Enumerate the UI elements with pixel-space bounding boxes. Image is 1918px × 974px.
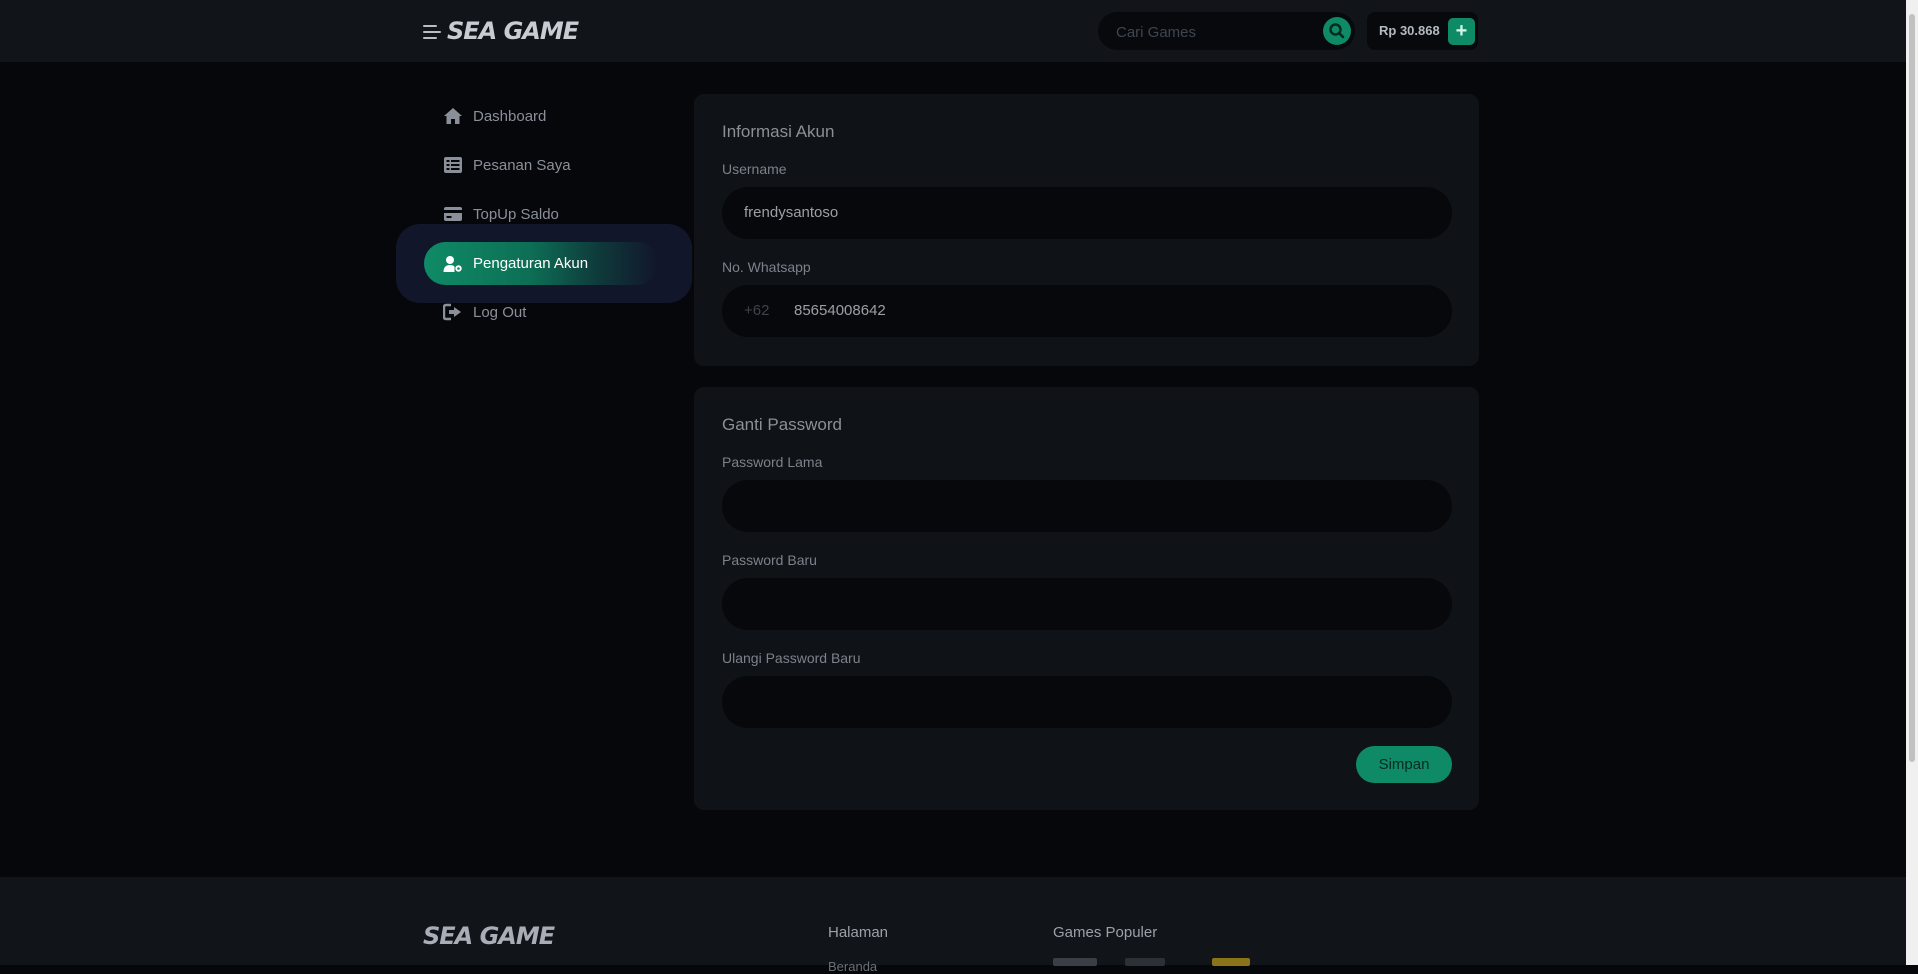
menu-icon[interactable] [423,24,441,40]
credit-card-icon [444,207,462,221]
home-icon [444,108,462,124]
new-password-field[interactable] [722,578,1452,630]
sidebar-item-pesanan-saya[interactable]: Pesanan Saya [443,153,571,177]
search-icon [1329,23,1345,39]
list-icon [444,157,462,173]
balance-widget: Rp 30.868 + [1367,12,1478,50]
sidebar-item-label: TopUp Saldo [473,205,559,223]
repeat-password-label: Ulangi Password Baru [722,650,861,666]
footer-logo[interactable]: SEA GAME [423,922,555,950]
page-scrollbar[interactable] [1906,0,1918,965]
balance-amount: Rp 30.868 [1379,23,1440,38]
username-label: Username [722,161,787,177]
scrollbar-thumb[interactable] [1909,14,1915,762]
save-button[interactable]: Simpan [1356,746,1452,783]
sidebar-item-log-out[interactable]: Log Out [443,300,526,324]
search-button[interactable] [1323,17,1351,45]
sidebar-item-pengaturan-akun[interactable]: Pengaturan Akun [424,242,658,285]
footer-games-heading: Games Populer [1053,924,1158,941]
brand-logo[interactable]: SEA GAME [447,17,579,45]
sidebar-item-label: Pengaturan Akun [473,255,589,272]
sidebar-item-dashboard[interactable]: Dashboard [443,104,546,128]
search-bar [1098,12,1355,50]
username-field[interactable]: frendysantoso [722,187,1452,239]
footer: SEA GAME Halaman Beranda Games Populer [0,877,1906,974]
sidebar-item-label: Pesanan Saya [473,156,571,174]
topup-plus-button[interactable]: + [1448,18,1475,45]
old-password-label: Password Lama [722,454,823,470]
sidebar-item-label: Dashboard [473,107,547,125]
sidebar-item-topup-saldo[interactable]: TopUp Saldo [443,202,559,226]
account-info-card: Informasi Akun Username frendysantoso No… [694,94,1479,366]
footer-link-beranda[interactable]: Beranda [828,959,877,974]
whatsapp-country-prefix: +62 [744,302,770,319]
old-password-field[interactable] [722,480,1452,532]
change-password-card: Ganti Password Password Lama Password Ba… [694,387,1479,810]
footer-pages-heading: Halaman [828,924,889,941]
sidebar-item-label: Log Out [473,303,527,321]
repeat-password-field[interactable] [722,676,1452,728]
username-value: frendysantoso [744,204,839,221]
whatsapp-label: No. Whatsapp [722,259,811,275]
logout-icon [443,303,461,321]
change-password-title: Ganti Password [722,415,842,434]
whatsapp-field[interactable]: +62 85654008642 [722,285,1452,337]
account-info-title: Informasi Akun [722,122,835,141]
user-gear-icon [443,255,462,272]
top-navbar: SEA GAME Rp 30.868 + [0,0,1906,62]
whatsapp-value: 85654008642 [794,302,886,319]
new-password-label: Password Baru [722,552,817,568]
search-input[interactable] [1114,21,1308,43]
